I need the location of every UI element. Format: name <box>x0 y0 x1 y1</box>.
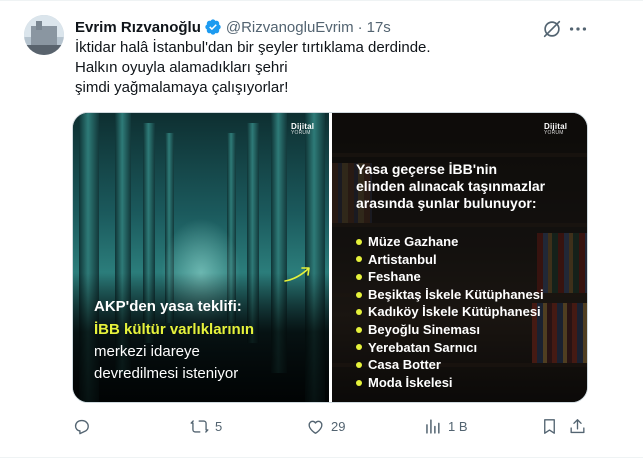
bookmark-button[interactable] <box>540 414 559 438</box>
timestamp[interactable]: 17s <box>367 19 391 36</box>
list-item: Yerebatan Sarnıcı <box>356 339 544 357</box>
property-list: Müze Gazhane Artistanbul Feshane Beşikta… <box>356 233 544 391</box>
media-image-right[interactable]: Dijital YORUM Yasa geçerse İBB'nin elinde… <box>332 113 587 402</box>
share-button[interactable] <box>568 414 587 438</box>
media-intro: Yasa geçerse İBB'nin elinden alınacak ta… <box>356 161 545 212</box>
avatar[interactable] <box>24 15 64 55</box>
tweet-text-line: Halkın oyuyla alamadıkları şehri <box>75 59 288 76</box>
tweet-text-line: İktidar halâ İstanbul'dan bir şeyler tır… <box>75 39 431 56</box>
share-icon <box>570 418 585 433</box>
verified-badge-icon[interactable] <box>204 18 222 36</box>
media-highlight: İBB kültür varlıklarının <box>94 321 255 338</box>
list-item: Beşiktaş İskele Kütüphanesi <box>356 286 544 304</box>
media-headline: AKP'den yasa teklifi: <box>94 298 242 315</box>
like-icon <box>308 420 323 434</box>
tweet-header: Evrim Rızvanoğlu @RizvanogluEvrim · 17s <box>75 17 391 37</box>
bookmark-icon <box>544 418 555 434</box>
more-icon[interactable] <box>567 18 589 40</box>
list-item: Casa Botter <box>356 356 544 374</box>
repost-icon <box>190 419 209 433</box>
action-bar: 5 29 1 B <box>72 414 588 438</box>
reply-icon <box>74 419 89 434</box>
list-item: Moda İskelesi <box>356 374 544 392</box>
like-button[interactable]: 29 <box>306 414 345 438</box>
list-item: Müze Gazhane <box>356 233 544 251</box>
reply-button[interactable] <box>72 414 97 438</box>
arrow-icon <box>284 267 310 282</box>
grok-icon[interactable] <box>541 18 563 40</box>
author-name[interactable]: Evrim Rızvanoğlu <box>75 19 201 36</box>
list-item: Artistanbul <box>356 251 544 269</box>
media-intro-line: arasında şunlar bulunuyor: <box>356 195 537 211</box>
media-intro-line: Yasa geçerse İBB'nin <box>356 161 498 177</box>
media-line: devredilmesi isteniyor <box>94 365 239 382</box>
media-intro-line: elinden alınacak taşınmazlar <box>356 178 546 194</box>
tweet-media[interactable]: Dijital YORUM AKP'den yasa teklifi: İBB k… <box>72 112 588 403</box>
list-item: Feshane <box>356 268 544 286</box>
tweet-article[interactable]: Evrim Rızvanoğlu @RizvanogluEvrim · 17s … <box>0 0 643 458</box>
media-image-left[interactable]: Dijital YORUM AKP'den yasa teklifi: İBB k… <box>73 113 329 402</box>
list-item: Beyoğlu Sineması <box>356 321 544 339</box>
author-handle[interactable]: @RizvanogluEvrim <box>226 19 354 36</box>
tweet-text-line: şimdi yağmalamaya çalışıyorlar! <box>75 79 289 96</box>
media-logo: Dijital YORUM <box>544 122 568 136</box>
top-divider <box>0 0 643 1</box>
media-line: merkezi idareye <box>94 343 200 360</box>
views-icon <box>426 418 440 434</box>
tweet-text: İktidar halâ İstanbul'dan bir şeyler tır… <box>75 38 595 98</box>
repost-button[interactable]: 5 <box>190 414 222 438</box>
views-button[interactable]: 1 B <box>423 414 468 438</box>
list-item: Kadıköy İskele Kütüphanesi <box>356 303 544 321</box>
separator-dot: · <box>357 18 363 36</box>
media-logo: Dijital YORUM <box>291 122 315 136</box>
